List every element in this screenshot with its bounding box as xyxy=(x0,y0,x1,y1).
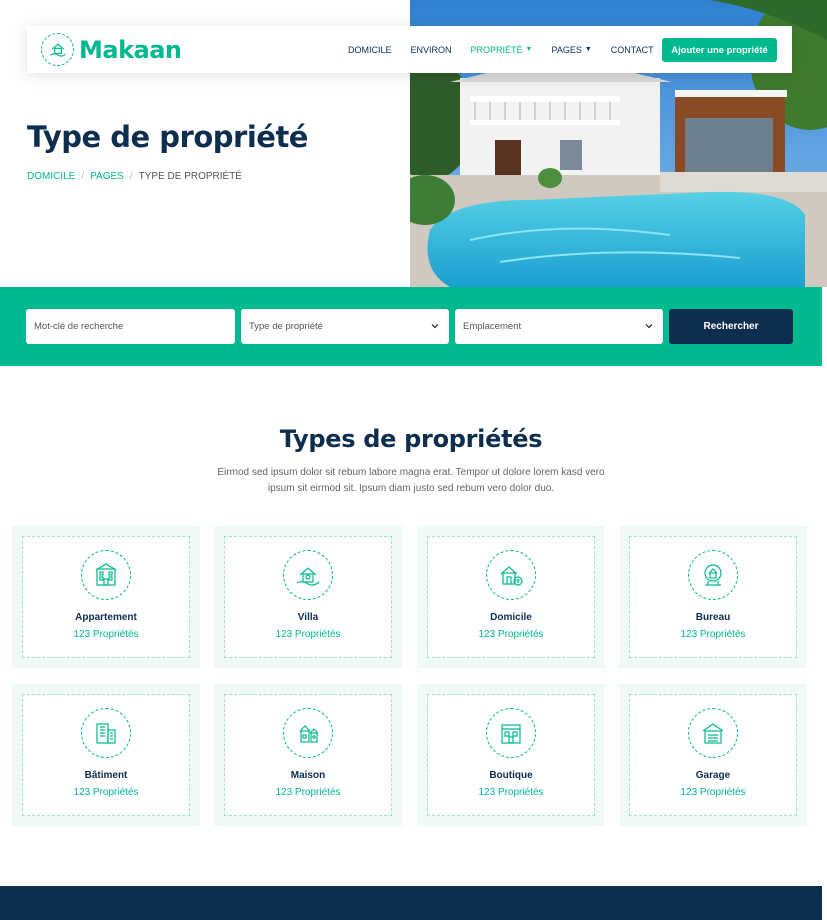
property-type-card: Bureau 123 Propriétés xyxy=(619,526,807,668)
nav-item-label: Pages xyxy=(551,44,582,55)
apartment-icon xyxy=(81,550,131,600)
nav-item-contact[interactable]: Contact xyxy=(611,45,654,55)
property-type-name: Bâtiment xyxy=(84,770,128,781)
location-select[interactable]: Emplacement xyxy=(455,309,663,344)
property-type-link[interactable]: Garage 123 Propriétés xyxy=(629,694,797,816)
property-type-selected: Type de propriété xyxy=(249,321,323,332)
brand-name: Makaan xyxy=(79,35,182,64)
navbar: Makaan Domicile Environ Propriété ▼ Pages… xyxy=(27,26,792,73)
townhouse-icon xyxy=(283,708,333,758)
property-type-card: Appartement 123 Propriétés xyxy=(12,526,200,668)
building-icon xyxy=(81,708,131,758)
property-type-card: Bâtiment 123 Propriétés xyxy=(12,684,200,826)
nav-item-label: Domicile xyxy=(348,44,392,55)
breadcrumb-separator: / xyxy=(129,171,133,182)
page-title: Type de propriété xyxy=(27,120,308,154)
chevron-down-icon: ▼ xyxy=(525,46,533,53)
search-keyword-input[interactable]: Mot-clé de recherche xyxy=(26,309,235,344)
property-type-name: Bureau xyxy=(695,612,731,623)
property-type-count: 123 Propriétés xyxy=(275,629,341,640)
nav-item-domicile[interactable]: Domicile xyxy=(348,45,392,55)
chevron-down-icon xyxy=(431,324,439,329)
property-type-name: Garage xyxy=(695,770,731,781)
section-title: Types de propriétés xyxy=(279,425,543,453)
nav-item-pages[interactable]: Pages ▼ xyxy=(551,45,591,55)
search-bar: Mot-clé de recherche Type de propriété E… xyxy=(0,287,822,366)
garage-icon xyxy=(688,708,738,758)
add-property-button[interactable]: Ajouter une propriété xyxy=(662,38,777,62)
nav-item-label: Environ xyxy=(410,44,452,55)
property-type-link[interactable]: Domicile 123 Propriétés xyxy=(427,536,595,658)
property-type-name: Villa xyxy=(297,612,319,623)
house-icon xyxy=(486,550,536,600)
property-type-card: Garage 123 Propriétés xyxy=(619,684,807,826)
breadcrumb-current: Type de propriété xyxy=(138,171,242,182)
property-type-card: Villa 123 Propriétés xyxy=(214,526,402,668)
property-type-count: 123 Propriétés xyxy=(478,629,544,640)
property-type-card: Maison 123 Propriétés xyxy=(214,684,402,826)
property-type-name: Domicile xyxy=(490,612,532,623)
property-type-card: Domicile 123 Propriétés xyxy=(417,526,605,668)
shop-icon xyxy=(486,708,536,758)
nav-item-label: Contact xyxy=(610,44,654,55)
property-type-link[interactable]: Bâtiment 123 Propriétés xyxy=(22,694,190,816)
property-type-count: 123 Propriétés xyxy=(680,787,746,798)
breadcrumb-pages[interactable]: Pages xyxy=(90,171,124,182)
property-type-link[interactable]: Villa 123 Propriétés xyxy=(224,536,392,658)
section-description: Eirmod sed ipsum dolor sit rebum labore … xyxy=(217,467,605,494)
property-type-count: 123 Propriétés xyxy=(680,629,746,640)
property-type-name: Maison xyxy=(290,770,326,781)
location-selected: Emplacement xyxy=(463,321,522,332)
property-type-count: 123 Propriétés xyxy=(73,787,139,798)
property-type-link[interactable]: Appartement 123 Propriétés xyxy=(22,536,190,658)
property-type-select[interactable]: Type de propriété xyxy=(241,309,449,344)
chevron-down-icon xyxy=(645,324,653,329)
property-type-count: 123 Propriétés xyxy=(73,629,139,640)
villa-icon xyxy=(283,550,333,600)
nav-menu: Domicile Environ Propriété ▼ Pages ▼ Conta… xyxy=(348,26,673,73)
nav-item-environ[interactable]: Environ xyxy=(411,45,452,55)
breadcrumb: Domicile / Pages / Type de propriété xyxy=(27,171,242,182)
office-icon xyxy=(688,550,738,600)
breadcrumb-separator: / xyxy=(81,171,85,182)
nav-item-propriete[interactable]: Propriété ▼ xyxy=(471,45,533,55)
nav-item-label: Propriété xyxy=(470,44,523,55)
chevron-down-icon: ▼ xyxy=(584,46,592,53)
property-type-link[interactable]: Bureau 123 Propriétés xyxy=(629,536,797,658)
brand-logo[interactable]: Makaan xyxy=(41,33,182,66)
search-button[interactable]: Rechercher xyxy=(669,309,793,344)
property-type-name: Appartement xyxy=(75,612,137,623)
home-hand-icon xyxy=(41,33,74,66)
property-type-count: 123 Propriétés xyxy=(478,787,544,798)
breadcrumb-home[interactable]: Domicile xyxy=(27,171,75,182)
property-type-link[interactable]: Boutique 123 Propriétés xyxy=(427,694,595,816)
property-type-name: Boutique xyxy=(489,770,533,781)
footer xyxy=(0,886,822,920)
property-type-count: 123 Propriétés xyxy=(275,787,341,798)
property-type-card: Boutique 123 Propriétés xyxy=(417,684,605,826)
property-type-link[interactable]: Maison 123 Propriétés xyxy=(224,694,392,816)
